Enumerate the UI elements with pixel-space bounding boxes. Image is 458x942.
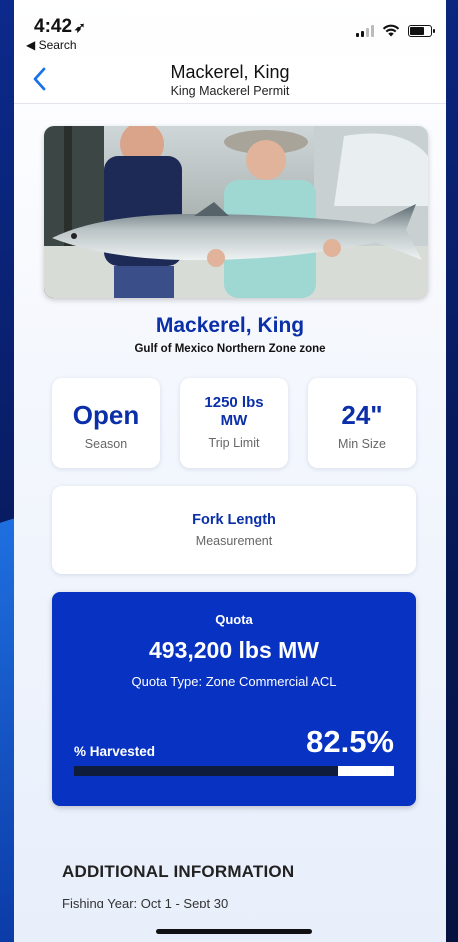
species-name: Mackerel, King	[155, 314, 305, 337]
home-indicator[interactable]	[156, 929, 312, 934]
nav-subtitle: King Mackerel Permit	[170, 84, 290, 98]
min-size-label: Min Size	[338, 437, 386, 451]
measurement-label: Measurement	[195, 534, 273, 548]
quota-heading: Quota	[215, 612, 253, 627]
zone-name: Gulf of Mexico Northern Zone zone	[134, 343, 326, 355]
wifi-icon	[382, 24, 400, 37]
species-photo	[44, 126, 428, 298]
status-time: 4:42 ➶	[34, 16, 86, 38]
season-value: Open	[72, 400, 140, 430]
harvest-label: % Harvested	[74, 744, 156, 759]
stat-card-trip-limit: 1250 lbs MW Trip Limit	[180, 378, 288, 468]
stat-card-season: Open Season	[52, 378, 160, 468]
min-size-value: 24"	[341, 400, 383, 430]
stat-card-min-size: 24" Min Size	[308, 378, 416, 468]
additional-info-heading: ADDITIONAL INFORMATION	[62, 862, 295, 881]
trip-limit-label: Trip Limit	[208, 436, 260, 450]
measurement-card: Fork Length Measurement	[52, 486, 416, 574]
harvest-progress-fill	[74, 766, 338, 776]
nav-title: Mackerel, King	[170, 62, 290, 82]
location-arrow-icon: ➶	[74, 19, 86, 35]
quota-card: Quota 493,200 lbs MW Quota Type: Zone Co…	[52, 592, 416, 806]
cellular-signal-icon	[356, 24, 374, 37]
season-label: Season	[84, 437, 128, 451]
quota-type: Quota Type: Zone Commercial ACL	[131, 674, 337, 689]
harvest-progress-bar	[74, 766, 394, 776]
phone-screen: 4:42 ➶ ◀ Search Mackerel, King King Macke…	[14, 0, 446, 942]
navigation-bar: Mackerel, King King Mackerel Permit	[14, 56, 446, 104]
status-time-text: 4:42	[34, 16, 73, 37]
battery-icon	[408, 24, 435, 37]
fishing-year-text: Fishing Year: Oct 1 - Sept 30	[62, 896, 229, 908]
harvest-percent: 82.5%	[306, 724, 394, 759]
status-icons	[356, 24, 435, 37]
back-to-search-link[interactable]: ◀ Search	[26, 38, 77, 52]
trip-limit-value: 1250 lbs MW	[204, 394, 264, 429]
status-bar: 4:42 ➶ ◀ Search	[14, 0, 446, 52]
quota-amount: 493,200 lbs MW	[148, 637, 320, 663]
measurement-value: Fork Length	[192, 512, 276, 528]
